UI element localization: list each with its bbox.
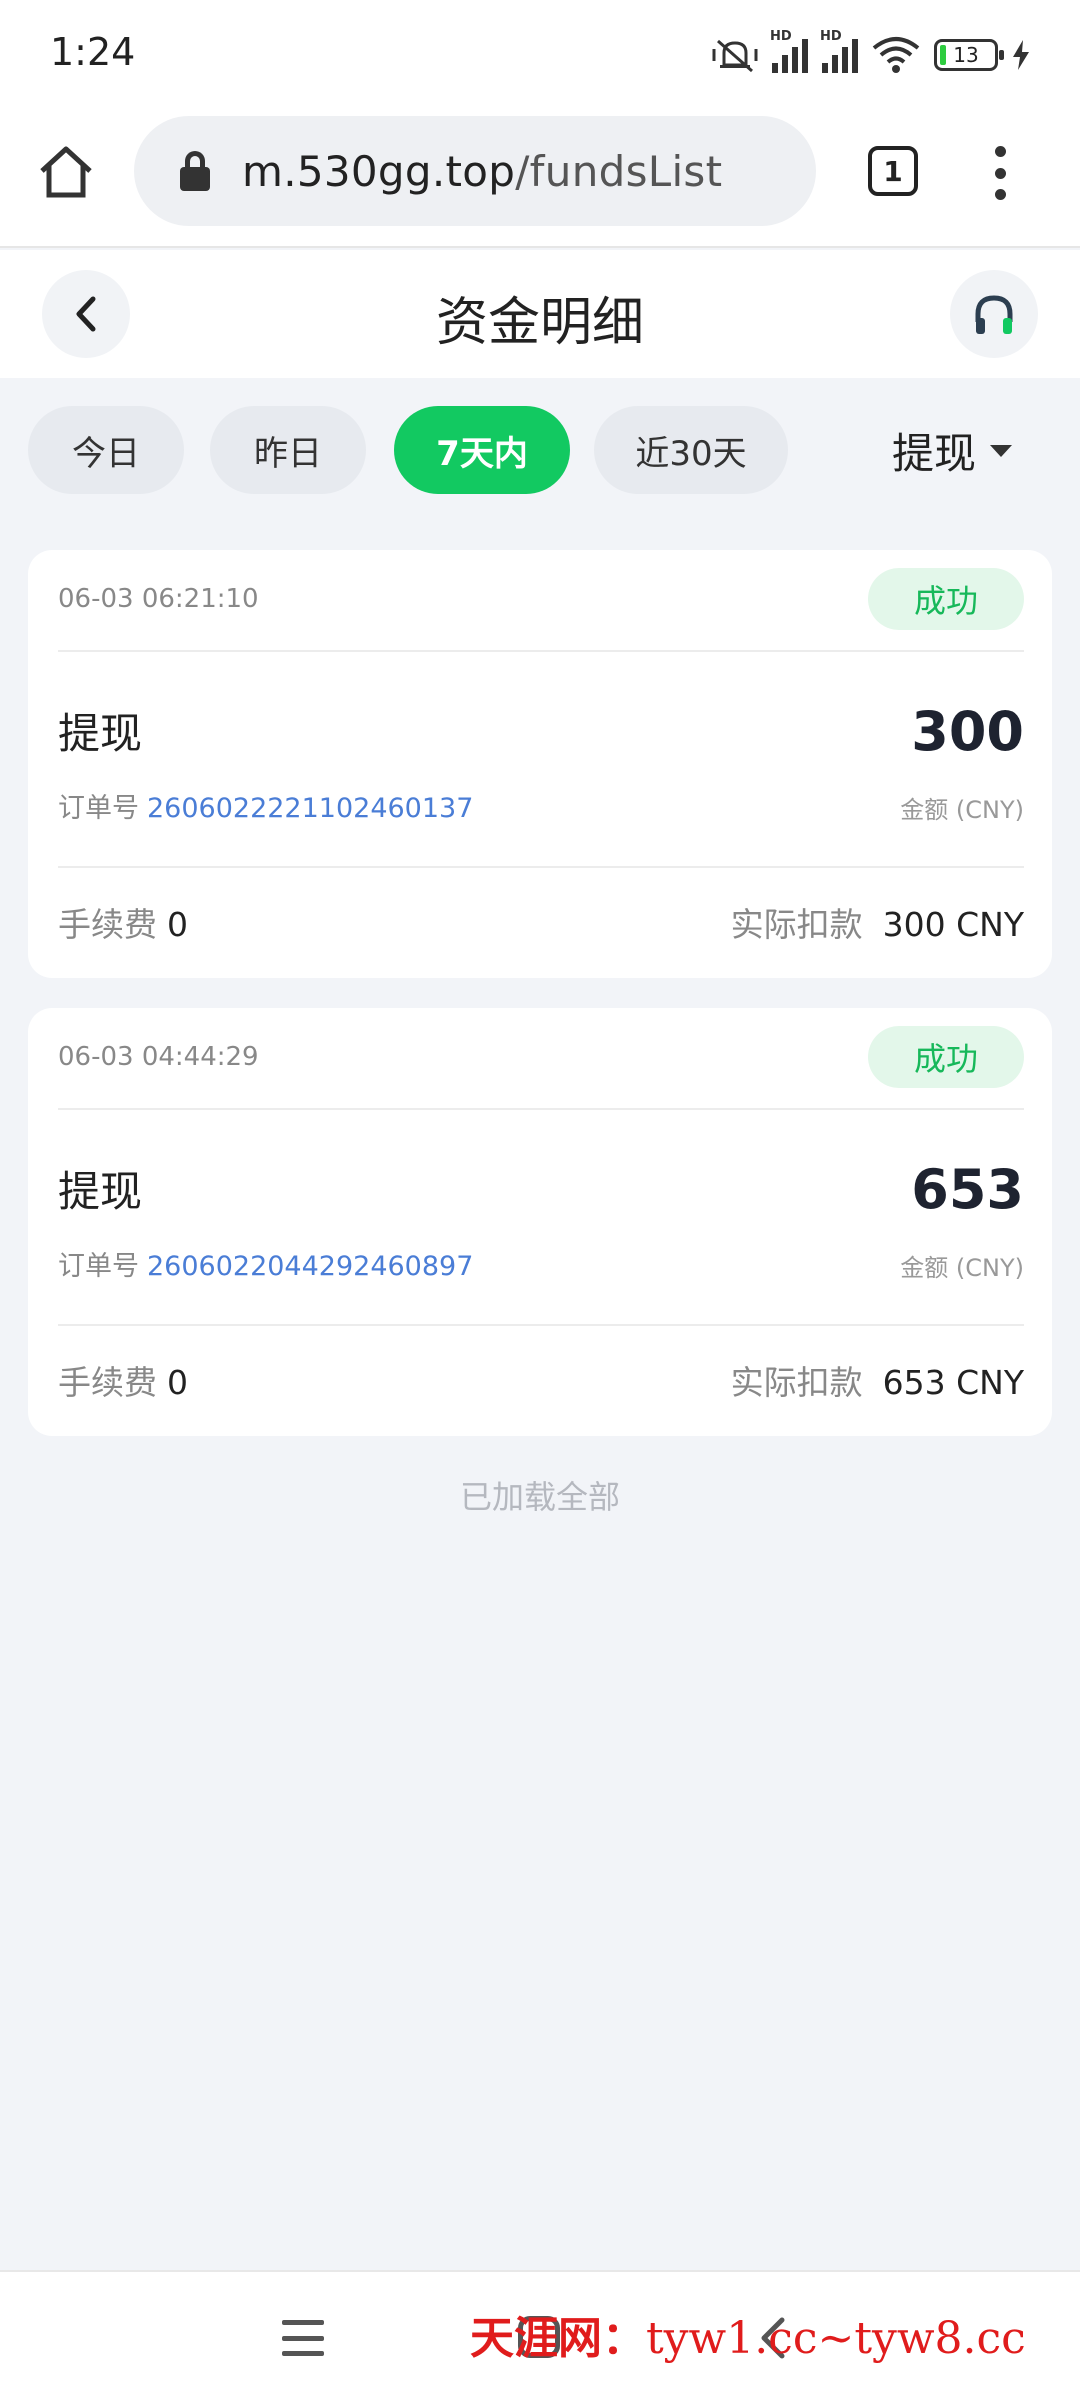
funds-record-card[interactable]: 06-03 04:44:29 成功 提现 653 订单号 260602204429… — [28, 1008, 1052, 1436]
status-bar: 1:24 HD HD 13 — [0, 0, 1080, 106]
watermark-cn: 天涯网： — [470, 2313, 646, 2364]
url-text: m.530gg.top/fundsList — [242, 147, 722, 196]
date-filter-row: 今日 昨日 7天内 近30天 提现 — [0, 406, 1080, 494]
url-path: /fundsList — [515, 146, 723, 196]
type-filter-dropdown[interactable]: 提现 — [892, 420, 1013, 481]
status-time: 1:24 — [50, 30, 136, 74]
record-amount: 653 — [911, 1158, 1024, 1221]
fee-row: 手续费 0 — [58, 898, 188, 946]
status-icons: HD HD 13 — [712, 29, 1030, 80]
url-host: m.530gg.top — [242, 146, 516, 196]
watermark-text: 天涯网：tyw1.cc~tyw8.cc — [470, 2302, 1026, 2366]
order-label: 订单号 — [58, 1251, 139, 1282]
divider — [58, 866, 1024, 868]
system-nav-bar: 天涯网：tyw1.cc~tyw8.cc — [0, 2270, 1080, 2400]
order-number[interactable]: 2606022044292460897 — [147, 1251, 473, 1282]
page-header: 资金明细 — [0, 250, 1080, 378]
fee-label: 手续费 — [58, 1363, 157, 1402]
wifi-icon — [872, 37, 920, 73]
headset-icon — [975, 295, 1013, 334]
browser-menu-button[interactable] — [990, 146, 1010, 200]
filter-chip-7days[interactable]: 7天内 — [394, 406, 570, 494]
charging-icon — [1013, 40, 1029, 70]
record-time: 06-03 06:21:10 — [58, 584, 259, 614]
page-title: 资金明细 — [435, 293, 644, 353]
fee-value: 0 — [167, 905, 188, 944]
filter-chip-30days[interactable]: 近30天 — [594, 406, 788, 494]
address-bar[interactable]: m.530gg.top/fundsList — [134, 116, 816, 226]
tab-switcher-button[interactable]: 1 — [868, 146, 918, 196]
home-icon — [40, 146, 92, 198]
tab-count: 1 — [883, 154, 903, 188]
order-number-row: 订单号 2606022044292460897 — [58, 1244, 473, 1283]
actual-deduction-label: 实际扣款 — [730, 905, 863, 944]
funds-record-card[interactable]: 06-03 06:21:10 成功 提现 300 订单号 260602222110… — [28, 550, 1052, 978]
record-amount: 300 — [911, 700, 1024, 763]
status-badge: 成功 — [868, 1026, 1024, 1088]
actual-deduction-row: 实际扣款 300 CNY — [731, 898, 1024, 946]
mute-vibrate-icon — [712, 39, 758, 73]
fee-row: 手续费 0 — [58, 1356, 188, 1404]
record-type: 提现 — [58, 1167, 143, 1216]
watermark-en: tyw1.cc~tyw8.cc — [646, 2313, 1026, 2364]
browser-toolbar: m.530gg.top/fundsList 1 — [0, 106, 1080, 248]
filter-chip-today[interactable]: 今日 — [28, 406, 184, 494]
signal-icon-2: HD — [820, 29, 858, 73]
fee-value: 0 — [167, 1363, 188, 1402]
record-type: 提现 — [58, 709, 143, 758]
record-time: 06-03 04:44:29 — [58, 1042, 259, 1072]
divider — [58, 650, 1024, 652]
order-number-row: 订单号 2606022221102460137 — [58, 786, 473, 825]
status-badge: 成功 — [868, 568, 1024, 630]
order-label: 订单号 — [58, 793, 139, 824]
actual-deduction-label: 实际扣款 — [730, 1363, 863, 1402]
order-number[interactable]: 2606022221102460137 — [147, 793, 473, 824]
lock-icon — [180, 151, 210, 191]
battery-level: 13 — [953, 43, 979, 67]
hd-label: HD — [820, 29, 842, 44]
amount-unit-label: 金额 (CNY) — [900, 1254, 1024, 1282]
actual-deduction-value: 653 CNY — [882, 1363, 1024, 1402]
list-end-text: 已加载全部 — [459, 1478, 620, 1516]
customer-service-button[interactable] — [950, 270, 1038, 358]
browser-home-button[interactable] — [34, 140, 98, 204]
fee-label: 手续费 — [58, 905, 157, 944]
signal-icon-1: HD — [770, 29, 808, 73]
actual-deduction-value: 300 CNY — [882, 905, 1024, 944]
divider — [58, 1324, 1024, 1326]
type-filter-label: 提现 — [892, 429, 977, 478]
recent-apps-button[interactable] — [282, 2320, 324, 2356]
divider — [58, 1108, 1024, 1110]
filter-chip-yesterday[interactable]: 昨日 — [210, 406, 366, 494]
amount-unit-label: 金额 (CNY) — [900, 796, 1024, 824]
caret-down-icon — [990, 444, 1013, 457]
actual-deduction-row: 实际扣款 653 CNY — [731, 1356, 1024, 1404]
battery-icon: 13 — [934, 39, 1004, 71]
hd-label: HD — [770, 29, 792, 44]
